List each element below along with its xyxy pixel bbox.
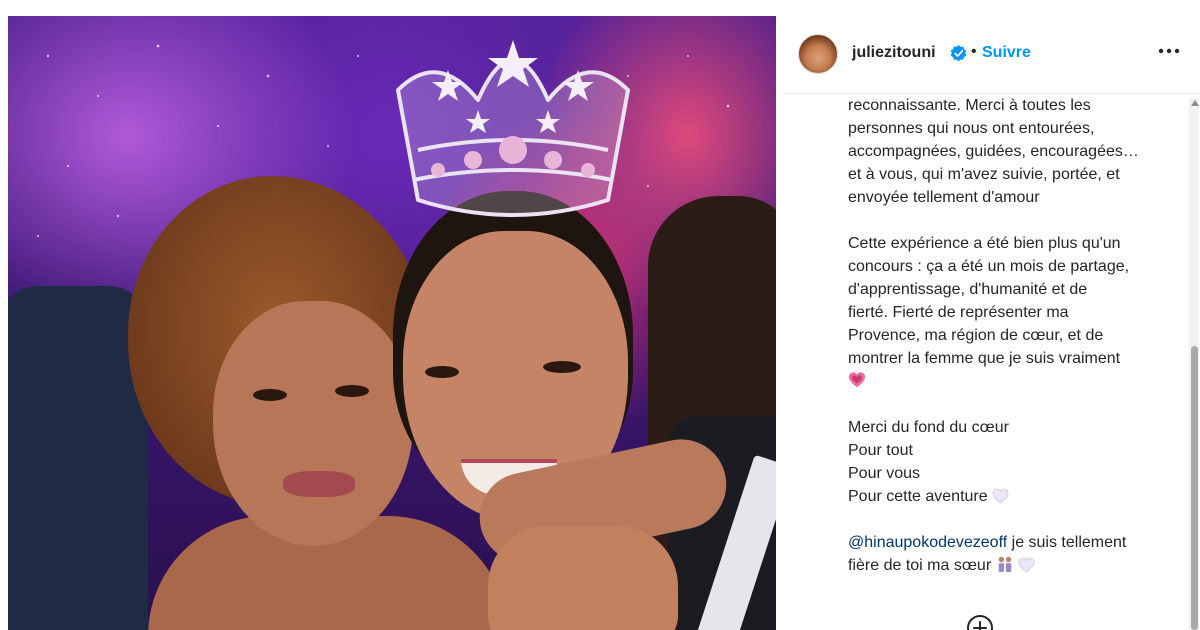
caption-line: Pour tout — [848, 442, 913, 459]
caption-line: Cette expérience a été bien plus qu'un — [848, 235, 1121, 252]
caption-emoji-line — [848, 370, 1178, 393]
scrollbar-thumb[interactable] — [1191, 346, 1198, 630]
more-options-icon[interactable] — [1156, 40, 1182, 62]
caption-line: Merci du fond du cœur — [848, 419, 1009, 436]
caption-line: concours : ça a été un mois de partage, — [848, 258, 1130, 275]
post-photo[interactable] — [8, 16, 776, 630]
two-women-emoji — [998, 556, 1011, 573]
growing-heart-emoji — [848, 372, 866, 388]
hand — [488, 526, 678, 630]
crown — [396, 40, 630, 217]
post-header: juliezitouni • Suivre — [780, 16, 1200, 94]
caption-line: reconnaissante. Merci à toutes les — [848, 97, 1091, 114]
white-heart-emoji — [992, 488, 1009, 504]
caption-line: et à vous, qui m'avez suivie, portée, et — [848, 166, 1120, 183]
caption-mention-line: @hinaupokodevezeoff je suis tellement — [848, 531, 1178, 554]
caption-line: Pour vous — [848, 465, 921, 482]
post-caption: reconnaissante. Merci à toutes les perso… — [848, 94, 1178, 630]
caption-line-with-emoji: fière de toi ma sœur — [848, 554, 1178, 577]
username-link[interactable]: juliezitouni — [852, 44, 936, 62]
post-details-panel: juliezitouni • Suivre reconnaissante. Me… — [780, 16, 1200, 630]
caption-line: fière de toi ma sœur — [848, 557, 992, 574]
mention-link[interactable]: @hinaupokodevezeoff — [848, 534, 1007, 551]
white-heart-emoji — [1018, 557, 1035, 573]
follow-button[interactable]: Suivre — [982, 44, 1031, 62]
caption-text: je suis tellement — [1007, 534, 1127, 551]
caption-line: personnes qui nous ont entourées, — [848, 120, 1095, 137]
caption-line: Pour cette aventure — [848, 488, 988, 505]
caption-line: Provence, ma région de cœur, et de — [848, 327, 1104, 344]
avatar[interactable] — [798, 34, 838, 74]
left-woman-face — [213, 301, 413, 546]
man-in-suit — [8, 286, 148, 630]
caption-line: envoyée tellement d'amour — [848, 189, 1040, 206]
caption-line: montrer la femme que je suis vraiment — [848, 350, 1121, 367]
caption-line-with-emoji: Pour cette aventure — [848, 485, 1178, 508]
caption-line: fierté. Fierté de représenter ma — [848, 304, 1069, 321]
add-comment-icon[interactable] — [966, 614, 994, 630]
separator-dot: • — [971, 43, 977, 60]
scroll-up-arrow-icon[interactable] — [1191, 100, 1199, 106]
caption-line: accompagnées, guidées, encouragées… — [848, 143, 1139, 160]
caption-line: d'apprentissage, d'humanité et de — [848, 281, 1088, 298]
verified-badge-icon — [950, 45, 967, 62]
